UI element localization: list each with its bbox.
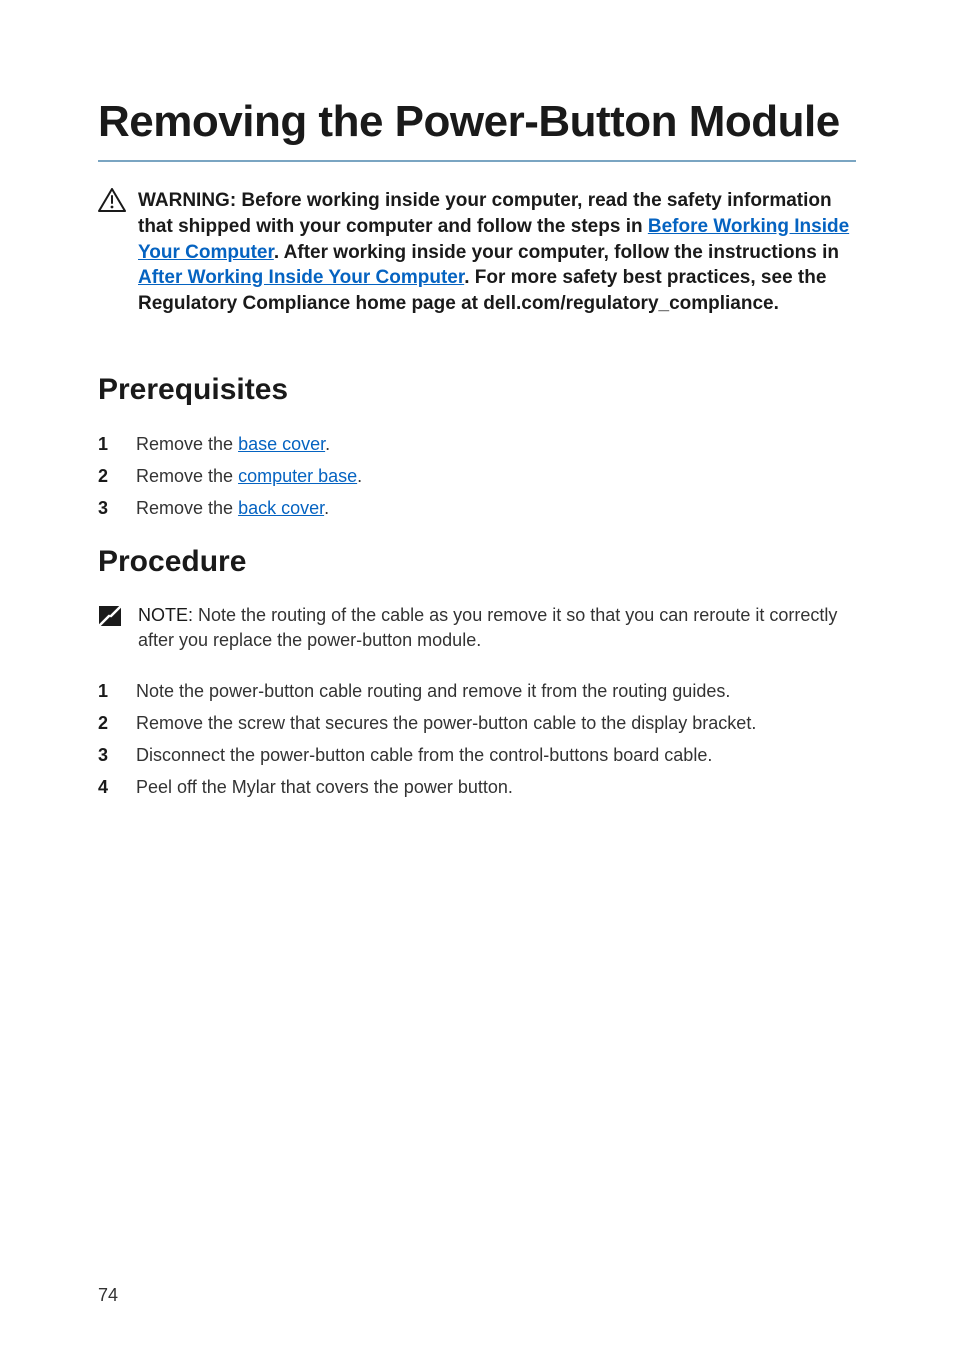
procedure-heading: Procedure [98, 545, 856, 579]
list-number: 3 [98, 495, 110, 521]
warning-text: WARNING: Before working inside your comp… [138, 188, 856, 316]
list-text-post: . [357, 466, 362, 486]
list-body: Disconnect the power-button cable from t… [136, 742, 856, 768]
link-back-cover[interactable]: back cover [238, 498, 324, 518]
list-number: 1 [98, 431, 110, 457]
note-body: Note the routing of the cable as you rem… [138, 605, 837, 651]
list-text-pre: Remove the [136, 434, 238, 454]
list-body: Note the power-button cable routing and … [136, 678, 856, 704]
list-item: 1 Remove the base cover. [98, 431, 856, 457]
procedure-list: 1 Note the power-button cable routing an… [98, 678, 856, 800]
note-icon [98, 605, 122, 627]
list-text-pre: Remove the [136, 466, 238, 486]
list-number: 2 [98, 710, 110, 736]
warning-text-mid1: . After working inside your computer, fo… [274, 242, 839, 263]
list-number: 3 [98, 742, 110, 768]
link-computer-base[interactable]: computer base [238, 466, 357, 486]
list-body: Remove the back cover. [136, 495, 856, 521]
list-number: 4 [98, 774, 110, 800]
list-item: 3 Disconnect the power-button cable from… [98, 742, 856, 768]
list-item: 2 Remove the computer base. [98, 463, 856, 489]
note-callout: NOTE: Note the routing of the cable as y… [98, 603, 856, 654]
list-body: Remove the base cover. [136, 431, 856, 457]
list-number: 1 [98, 678, 110, 704]
warning-icon [98, 188, 126, 212]
list-item: 1 Note the power-button cable routing an… [98, 678, 856, 704]
warning-callout: WARNING: Before working inside your comp… [98, 188, 856, 316]
prerequisites-list: 1 Remove the base cover. 2 Remove the co… [98, 431, 856, 521]
list-item: 4 Peel off the Mylar that covers the pow… [98, 774, 856, 800]
note-text: NOTE: Note the routing of the cable as y… [138, 603, 856, 654]
prerequisites-heading: Prerequisites [98, 373, 856, 407]
note-label: NOTE: [138, 605, 193, 625]
link-base-cover[interactable]: base cover [238, 434, 325, 454]
list-item: 2 Remove the screw that secures the powe… [98, 710, 856, 736]
list-body: Remove the screw that secures the power-… [136, 710, 856, 736]
list-text-post: . [324, 498, 329, 518]
list-item: 3 Remove the back cover. [98, 495, 856, 521]
link-after-working[interactable]: After Working Inside Your Computer [138, 267, 464, 288]
page-title: Removing the Power-Button Module [98, 98, 856, 162]
list-text-post: . [325, 434, 330, 454]
list-body: Remove the computer base. [136, 463, 856, 489]
list-number: 2 [98, 463, 110, 489]
page-number: 74 [98, 1285, 118, 1306]
list-body: Peel off the Mylar that covers the power… [136, 774, 856, 800]
list-text-pre: Remove the [136, 498, 238, 518]
